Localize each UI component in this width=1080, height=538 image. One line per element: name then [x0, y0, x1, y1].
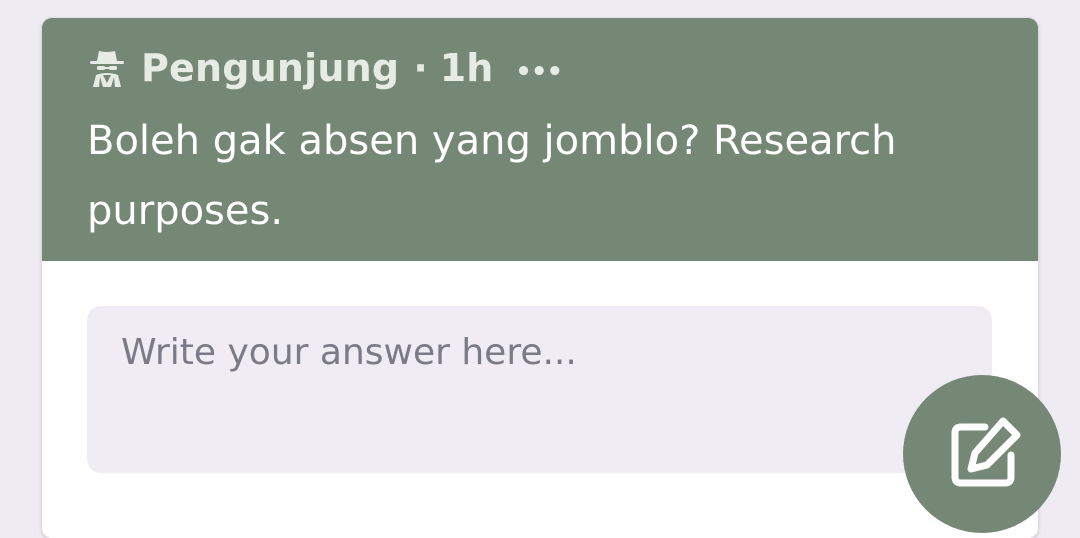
answer-input[interactable]: [87, 306, 992, 473]
more-options-button[interactable]: •••: [515, 59, 563, 85]
edit-icon: [951, 417, 1021, 487]
spy-icon: [87, 47, 129, 89]
meta-separator: ·: [413, 46, 428, 90]
question-header: Pengunjung · 1h ••• Boleh gak absen yang…: [42, 18, 1038, 261]
question-card: Pengunjung · 1h ••• Boleh gak absen yang…: [42, 18, 1038, 538]
post-time: 1h: [439, 46, 494, 90]
write-answer-button[interactable]: [903, 375, 1061, 533]
question-text: Boleh gak absen yang jomblo? Research pu…: [87, 118, 897, 234]
author-name: Pengunjung: [141, 46, 400, 90]
post-meta: Pengunjung · 1h •••: [87, 42, 563, 94]
